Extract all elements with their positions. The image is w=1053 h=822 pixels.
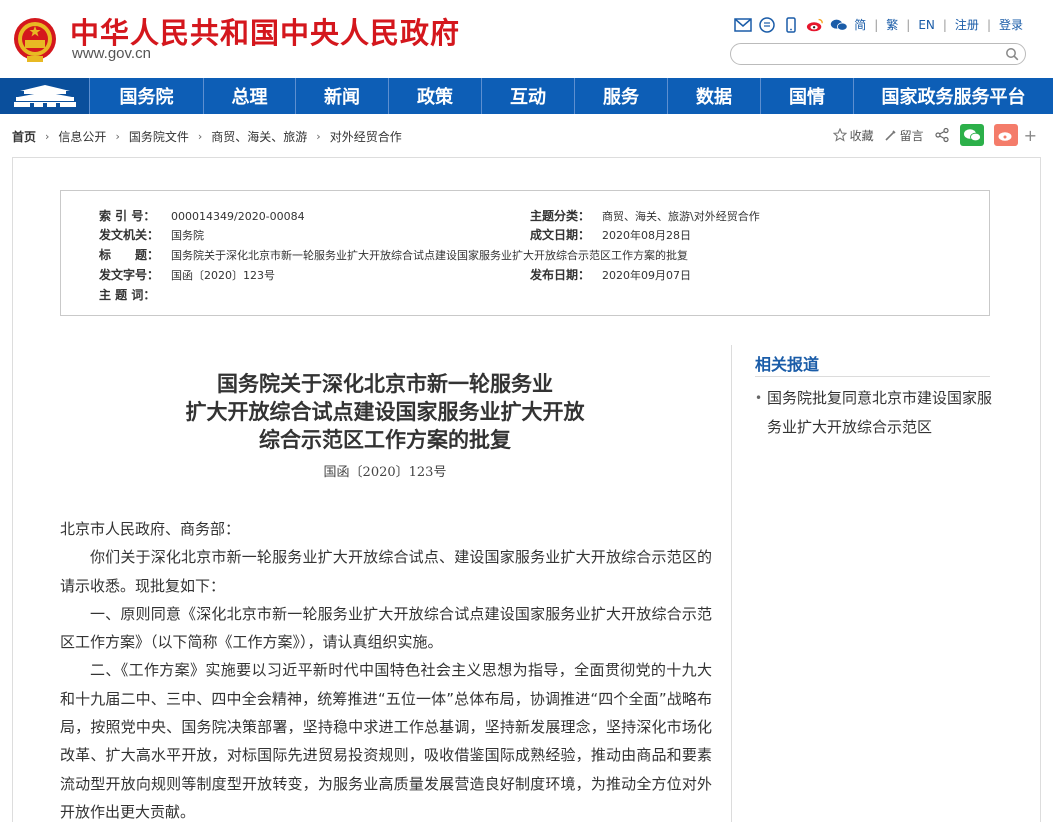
bullet-icon: •	[755, 391, 763, 405]
breadcrumb-foreign-trade[interactable]: 对外经贸合作	[330, 128, 402, 145]
chevron-right-icon: ›	[45, 130, 50, 143]
chevron-right-icon: ›	[197, 130, 203, 143]
site-url: www.gov.cn	[72, 45, 151, 62]
nav-item-data[interactable]: 数据	[668, 78, 761, 114]
sidebar-divider	[731, 345, 732, 822]
sidebar-title-underline	[755, 376, 990, 377]
pencil-icon	[885, 129, 896, 141]
meta-publish-date: 发布日期： 2020年09月07日	[530, 268, 691, 282]
document-meta-box: 索 引 号： 000014349/2020-00084 主题分类： 商贸、海关、旅游…	[60, 190, 990, 316]
national-emblem-icon[interactable]	[12, 12, 58, 64]
breadcrumb-info-disclosure[interactable]: 信息公开	[58, 128, 106, 145]
nav-item-news[interactable]: 新闻	[296, 78, 389, 114]
share-weibo-icon[interactable]	[993, 124, 1018, 146]
site-header: 中华人民共和国中央人民政府 www.gov.cn 简 | 繁 | EN | 注册…	[0, 0, 1053, 78]
paragraph: 你们关于深化北京市新一轮服务业扩大开放综合试点、建设国家服务业扩大开放综合示范区…	[60, 548, 712, 595]
meta-keywords: 主 题 词：	[99, 288, 156, 302]
nav-item-services[interactable]: 服务	[575, 78, 668, 114]
email-icon[interactable]	[734, 17, 752, 33]
document-body: 北京市人民政府、商务部： 你们关于深化北京市新一轮服务业扩大开放综合试点、建设国…	[60, 515, 712, 822]
search-input[interactable]	[730, 43, 1026, 65]
comment-button[interactable]: 留言	[884, 127, 924, 144]
paragraph: 二、《工作方案》实施要以习近平新时代中国特色社会主义思想为指导，全面贯彻党的十九…	[60, 661, 712, 821]
tiananmen-logo-icon[interactable]	[0, 78, 90, 114]
page-tools: 收藏 留言 +	[832, 124, 1037, 146]
more-share-icon[interactable]: +	[1024, 126, 1037, 145]
search-icon[interactable]	[1005, 47, 1019, 61]
salutation: 北京市人民政府、商务部：	[60, 520, 241, 538]
meta-issuer: 发文机关： 国务院	[99, 228, 204, 242]
breadcrumb-home[interactable]: 首页	[12, 128, 36, 145]
favorite-button[interactable]: 收藏	[832, 127, 874, 144]
separator: |	[874, 17, 879, 32]
document-title-line: 扩大开放综合试点建设国家服务业扩大开放	[185, 399, 585, 424]
meta-title: 标 题： 国务院关于深化北京市新一轮服务业扩大开放综合试点建设国家服务业扩大开放综…	[99, 248, 688, 262]
chevron-right-icon: ›	[115, 130, 120, 143]
separator: |	[906, 17, 911, 32]
separator: |	[986, 17, 991, 32]
document-title-line: 国务院关于深化北京市新一轮服务业	[217, 371, 553, 396]
main-nav: 国务院 总理 新闻 政策 互动 服务 数据 国情 国家政务服务平台	[0, 78, 1053, 114]
breadcrumb-state-council-docs[interactable]: 国务院文件	[129, 128, 189, 145]
paragraph: 一、原则同意《深化北京市新一轮服务业扩大开放综合试点建设国家服务业扩大开放综合示…	[60, 604, 712, 652]
nav-item-premier[interactable]: 总理	[204, 78, 296, 114]
lang-english-link[interactable]: EN	[918, 18, 935, 32]
document-number: 国函〔2020〕123号	[323, 465, 447, 480]
meta-index: 索 引 号： 000014349/2020-00084	[99, 209, 305, 223]
breadcrumb: 首页 › 信息公开 › 国务院文件 › 商贸、海关、旅游 › 对外经贸合作	[12, 128, 402, 145]
nav-item-gov-service-platform[interactable]: 国家政务服务平台	[854, 78, 1053, 114]
separator: |	[942, 17, 947, 32]
breadcrumb-trade-customs-tourism[interactable]: 商贸、海关、旅游	[211, 128, 307, 145]
mobile-icon[interactable]	[782, 16, 800, 33]
nav-item-state-council[interactable]: 国务院	[90, 78, 204, 114]
star-icon	[832, 128, 847, 142]
meta-date-written: 成文日期： 2020年08月28日	[530, 228, 691, 242]
related-report-link[interactable]: • 国务院批复同意北京市建设国家服务业扩大开放综合示范区	[755, 384, 995, 442]
comment-label: 留言	[899, 128, 924, 143]
nav-item-policy[interactable]: 政策	[389, 78, 482, 114]
top-tools: 简 | 繁 | EN | 注册 | 登录	[734, 16, 1023, 33]
meta-doc-number: 发文字号： 国函〔2020〕123号	[99, 268, 275, 282]
lang-simplified-link[interactable]: 简	[854, 16, 866, 33]
share-wechat-icon[interactable]	[959, 124, 984, 146]
related-reports-title: 相关报道	[755, 355, 820, 374]
favorite-label: 收藏	[849, 128, 874, 143]
nav-item-national-info[interactable]: 国情	[761, 78, 854, 114]
document-title-line: 综合示范区工作方案的批复	[259, 427, 511, 452]
wechat-icon[interactable]	[830, 17, 848, 33]
document-title: 国务院关于深化北京市新一轮服务业 扩大开放综合试点建设国家服务业扩大开放 综合示…	[60, 370, 710, 454]
nav-item-interaction[interactable]: 互动	[482, 78, 575, 114]
share-icon[interactable]	[934, 127, 950, 143]
chevron-right-icon: ›	[316, 130, 321, 143]
meta-topic: 主题分类： 商贸、海关、旅游\对外经贸合作	[530, 209, 760, 223]
register-link[interactable]: 注册	[955, 16, 979, 33]
login-link[interactable]: 登录	[999, 16, 1023, 33]
lang-traditional-link[interactable]: 繁	[886, 16, 898, 33]
weibo-icon[interactable]	[806, 17, 824, 33]
related-report-text[interactable]: 国务院批复同意北京市建设国家服务业扩大开放综合示范区	[755, 384, 995, 442]
comment-bubble-icon[interactable]	[758, 16, 776, 33]
